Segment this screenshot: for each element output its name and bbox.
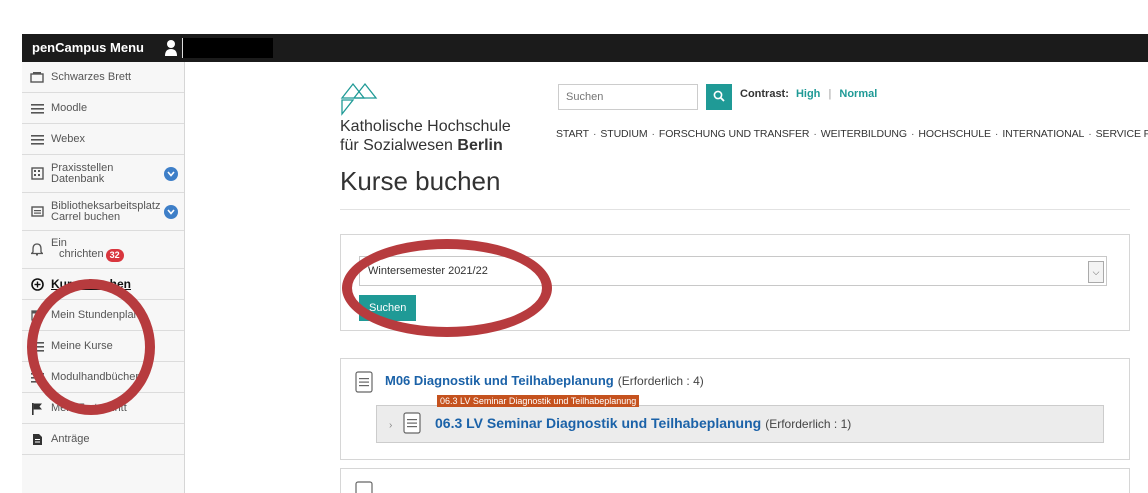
tooltip: 06.3 LV Seminar Diagnostik und Teilhabep… [437,395,640,407]
course-submodule[interactable]: › 06.3 LV Seminar Diagnostik und Teilhab… [376,405,1104,443]
sidebar-item-label: Modulhandbücher [51,370,140,383]
list-icon [30,339,44,353]
nav-service[interactable]: SERVICE FÜR STUDIERENDE [1096,128,1148,140]
sidebar-item-label: Meine Kurse [51,339,113,352]
sidebar-item-label-2: chrichten [59,247,104,260]
menu-lines-icon [30,101,44,115]
sidebar-item-label: Mein Stundenplan [51,308,140,321]
document-icon [30,432,44,446]
sidebar-item-fortschritt[interactable]: Mein Fortschritt [22,393,184,424]
logo-line-2: für Sozialwesen [340,137,458,154]
nav-separator: · [592,128,597,140]
semester-panel: Wintersemester 2021/22 ⌵ Suchen [340,234,1130,331]
sidebar-item-antraege[interactable]: Anträge [22,424,184,455]
sidebar-item-label: Ein [51,236,67,249]
flag-icon [30,401,44,415]
top-bar: penCampus Menu [22,34,1148,62]
sidebar-item-moodle[interactable]: Moodle [22,93,184,124]
nav-hochschule[interactable]: HOCHSCHULE [918,128,991,140]
sidebar-item-label: Bibliotheksarbeitsplatz Carrel buchen [51,199,161,223]
sidebar-item-label: Praxisstellen Datenbank [51,161,114,185]
chevron-right-icon[interactable]: › [389,420,392,431]
sidebar-item-bibliotheksarbeitsplatz[interactable]: Bibliotheksarbeitsplatz Carrel buchen [22,193,184,231]
nav-forschung[interactable]: FORSCHUNG UND TRANSFER [659,128,810,140]
logo-line-2-bold: Berlin [457,137,503,154]
sidebar-item-label: Mein Fortschritt [51,401,127,414]
main-navigation: START · STUDIUM · FORSCHUNG UND TRANSFER · WEI… [556,128,1148,140]
contrast-separator: | [828,88,832,100]
contrast-high-link[interactable]: High [796,88,820,100]
sidebar-item-kurse-buchen[interactable]: Kurse buchen [22,269,184,300]
course-module-2 [340,468,1130,493]
sidebar-item-label: Moodle [51,101,88,114]
chevron-down-icon[interactable]: ⌵ [1088,261,1104,283]
menu-lines-icon [30,370,44,384]
course-title[interactable]: M06 Diagnostik und Teilhabeplanung (Erfor… [385,373,704,388]
calendar-icon [30,308,44,322]
course-module: M06 Diagnostik und Teilhabeplanung (Erfor… [340,358,1130,460]
sidebar-item-stundenplan[interactable]: Mein Stundenplan [22,300,184,331]
chevron-down-icon[interactable] [164,204,178,219]
nav-start[interactable]: START [556,128,589,140]
sidebar-item-label: Kurse buchen [51,276,132,291]
nav-separator: · [910,128,915,140]
sidebar-item-webex[interactable]: Webex [22,124,184,155]
notification-badge: 32 [105,248,124,262]
search-courses-button[interactable]: Suchen [359,295,417,321]
divider [340,209,1130,210]
contrast-label: Contrast: [740,88,789,100]
contrast-switcher: Contrast: High | Normal [740,88,877,100]
university-logo-icon[interactable] [340,82,380,121]
menu-title[interactable]: penCampus Menu [32,40,144,55]
main-content: Katholische Hochschule für Sozialwesen B… [185,62,1148,493]
search-button[interactable] [706,84,732,110]
nav-weiterbildung[interactable]: WEITERBILDUNG [821,128,907,140]
submodule-title[interactable]: 06.3 LV Seminar Diagnostik und Teilhabep… [435,415,851,431]
sidebar-item-meine-kurse[interactable]: Meine Kurse [22,331,184,362]
site-search-input[interactable] [558,84,698,110]
sidebar-item-schwarzes-brett[interactable]: Schwarzes Brett [22,62,184,93]
bulletin-board-icon [30,70,44,84]
nav-studium[interactable]: STUDIUM [600,128,647,140]
sidebar-item-praxisstellen[interactable]: Praxisstellen Datenbank [22,155,184,193]
sidebar-item-label: Webex [51,132,86,145]
nav-separator: · [994,128,999,140]
contrast-normal-link[interactable]: Normal [839,88,877,100]
user-name-box[interactable] [182,38,273,58]
sidebar-item-label: Anträge [51,432,90,445]
sidebar: Schwarzes Brett Moodle Webex Praxisstell… [22,62,185,493]
sidebar-item-modulhandbuecher[interactable]: Modulhandbücher [22,362,184,393]
document-icon [403,412,421,434]
message-icon [30,205,44,219]
menu-lines-icon [30,132,44,146]
document-icon [355,481,373,493]
bell-icon [30,243,44,257]
nav-separator: · [813,128,817,140]
submodule-requirement: (Erforderlich : 1) [765,417,852,431]
university-name[interactable]: Katholische Hochschule für Sozialwesen B… [340,117,511,155]
sidebar-item-nachrichten[interactable]: Ein chrichten 32 [22,231,184,269]
document-icon [355,371,373,393]
sidebar-item-label: Schwarzes Brett [51,70,132,83]
semester-select[interactable]: Wintersemester 2021/22 ⌵ [359,256,1107,286]
plus-circle-icon [30,277,44,291]
nav-separator: · [651,128,656,140]
semester-value: Wintersemester 2021/22 [368,265,488,277]
search-icon [713,90,725,105]
chevron-down-icon[interactable] [164,166,178,181]
nav-separator: · [1088,128,1092,140]
course-title-text: M06 Diagnostik und Teilhabeplanung [385,373,614,388]
user-icon[interactable] [164,39,178,57]
nav-international[interactable]: INTERNATIONAL [1002,128,1084,140]
logo-line-1: Katholische Hochschule [340,118,511,135]
course-requirement: (Erforderlich : 4) [617,374,704,388]
building-icon [30,167,44,181]
page-title: Kurse buchen [340,166,501,196]
submodule-title-text: 06.3 LV Seminar Diagnostik und Teilhabep… [435,415,762,431]
browser-frame: penCampus Menu Schwarzes Brett Moodle We… [22,34,1148,493]
